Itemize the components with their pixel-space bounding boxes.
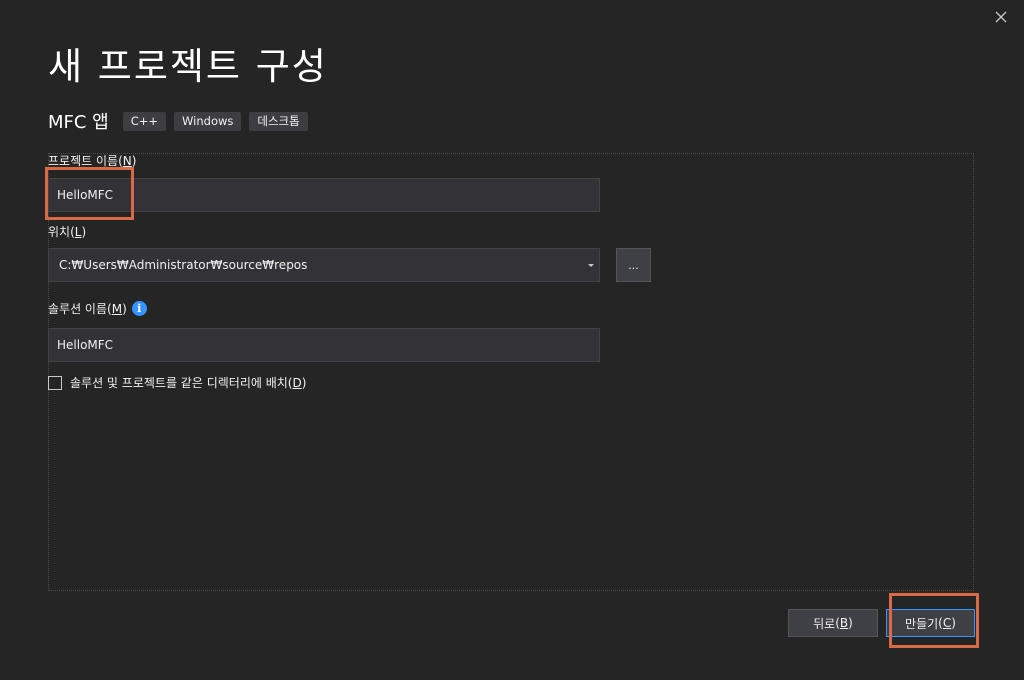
tag-project-type: 데스크톱 [249,111,308,131]
close-icon [995,8,1007,27]
project-name-input[interactable] [48,178,600,212]
same-directory-label-text: 솔루션 및 프로젝트를 같은 디렉터리에 배치 [70,376,288,390]
solution-name-input[interactable] [48,328,600,362]
same-directory-label: 솔루션 및 프로젝트를 같은 디렉터리에 배치(D) [70,376,307,390]
solution-name-label-text: 솔루션 이름 [48,302,108,316]
new-project-dialog: 새 프로젝트 구성 MFC 앱 C++ Windows 데스크톱 프로젝트 이름… [0,0,1024,680]
tag-platform: Windows [174,111,242,131]
location-mnemonic: L [74,225,82,239]
create-mnemonic: C [942,616,952,630]
back-button-label: 뒤로 [813,616,836,631]
project-name-label: 프로젝트 이름(N) [48,154,137,168]
location-combobox[interactable]: C:₩Users₩Administrator₩source₩repos [48,248,600,282]
same-directory-option[interactable]: 솔루션 및 프로젝트를 같은 디렉터리에 배치(D) [48,374,306,391]
form-area [48,153,974,591]
chevron-down-icon[interactable] [583,263,599,268]
browse-button[interactable]: ... [616,248,651,282]
project-name-mnemonic: N [122,154,132,168]
location-label-text: 위치 [48,225,71,239]
back-mnemonic: B [839,616,849,630]
close-button[interactable] [990,6,1012,28]
same-directory-mnemonic: D [292,376,302,390]
create-button-label: 만들기 [905,616,939,631]
page-title: 새 프로젝트 구성 [48,45,328,88]
info-icon[interactable]: i [131,301,147,316]
create-button[interactable]: 만들기(C) [886,609,975,637]
location-value: C:₩Users₩Administrator₩source₩repos [59,258,308,272]
template-info: MFC 앱 C++ Windows 데스크톱 [48,108,316,134]
project-name-label-text: 프로젝트 이름 [48,154,119,168]
solution-name-label: 솔루션 이름(M) i [48,300,147,317]
back-button[interactable]: 뒤로(B) [788,609,878,637]
tag-language: C++ [122,111,167,131]
location-label: 위치(L) [48,225,87,239]
same-directory-checkbox[interactable] [48,375,62,390]
solution-name-mnemonic: M [111,301,123,316]
template-name: MFC 앱 [48,112,109,133]
